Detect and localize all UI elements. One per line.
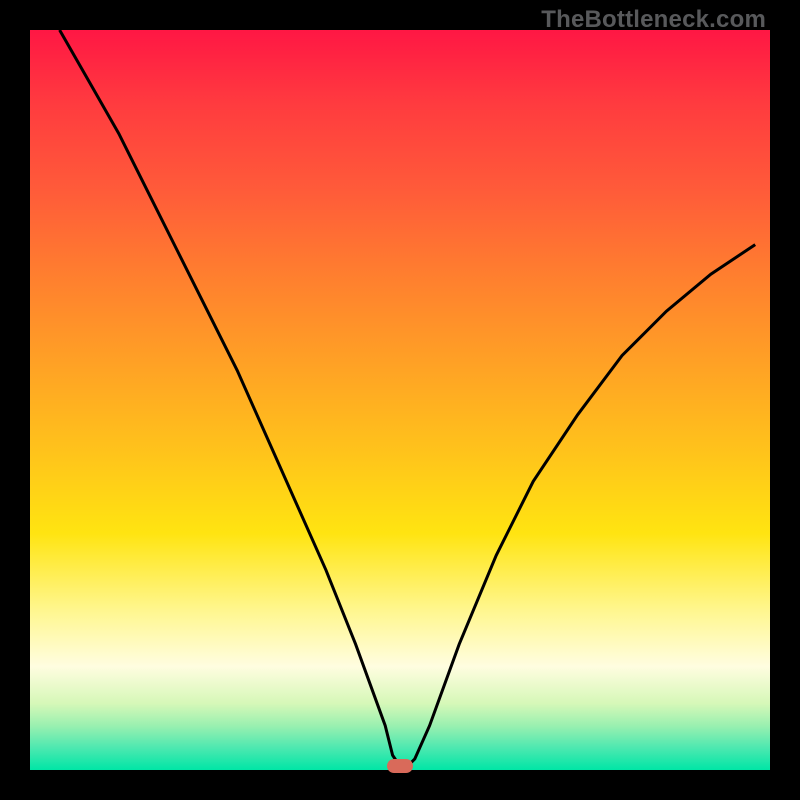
optimum-marker <box>387 759 413 773</box>
bottleneck-curve-path <box>60 30 756 766</box>
chart-frame: TheBottleneck.com <box>0 0 800 800</box>
curve-svg <box>30 30 770 770</box>
plot-area <box>30 30 770 770</box>
